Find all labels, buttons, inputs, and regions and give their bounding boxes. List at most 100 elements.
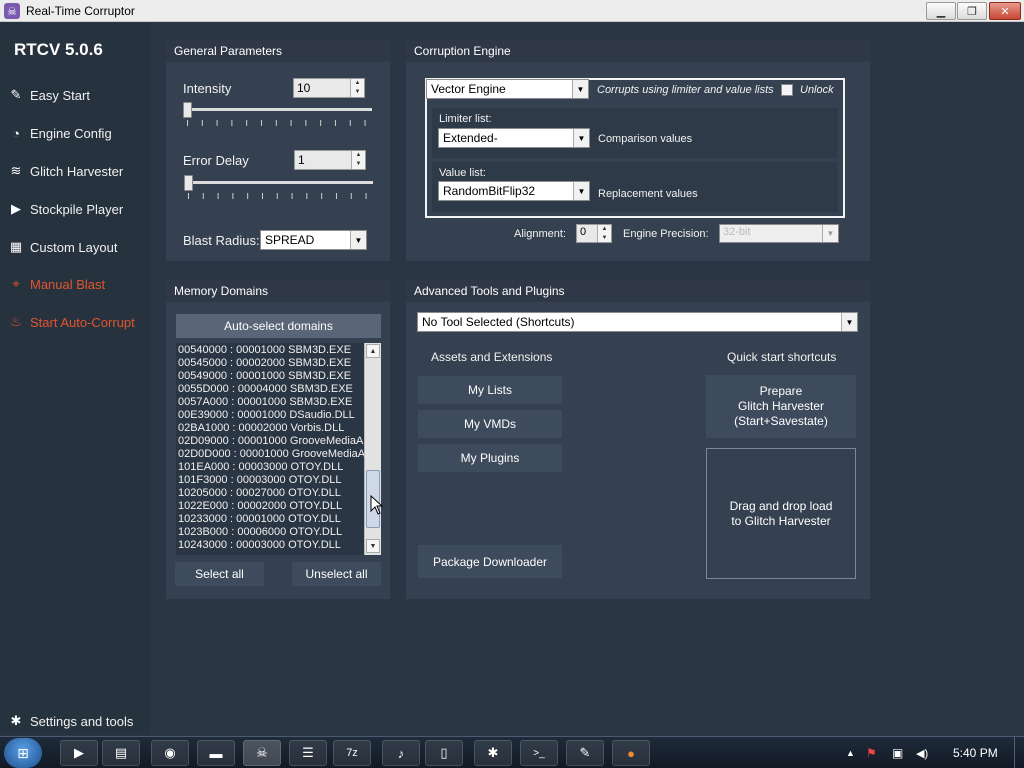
select-all-button[interactable]: Select all [175,562,264,586]
value-list-value: RandomBitFlip32 [443,184,536,198]
tool-select-value: No Tool Selected (Shortcuts) [422,315,575,329]
error-delay-slider-thumb[interactable] [184,175,193,191]
sidebar-item-start-auto-corrupt[interactable]: ♨ Start Auto-Corrupt [8,311,135,333]
terminal-icon[interactable]: >_ [520,740,558,766]
list-item[interactable]: 0057A000 : 00001000 SBM3D.EXE [176,396,381,409]
list-item[interactable]: 02D0D000 : 00001000 GrooveMediaA [176,448,381,461]
chrome-icon[interactable]: ◉ [151,740,189,766]
sidebar-item-label: Settings and tools [30,713,134,729]
scroll-up-icon[interactable]: ▲ [366,344,380,358]
emulator-icon[interactable]: ● [612,740,650,766]
chevron-down-icon: ▼ [841,313,857,331]
list-item[interactable]: 101F3000 : 00003000 OTOY.DLL [176,474,381,487]
grid-icon: ▦ [9,239,23,254]
package-downloader-button[interactable]: Package Downloader [418,545,562,578]
memory-list-scrollbar[interactable]: ▲ ▼ [364,343,381,555]
monitor-icon[interactable]: ▬ [197,740,235,766]
glitch-harvester-drop-zone[interactable]: Drag and drop load to Glitch Harvester [706,448,856,579]
list-item[interactable]: 02D09000 : 00001000 GrooveMediaA [176,435,381,448]
list-item[interactable]: 02BA1000 : 00002000 Vorbis.DLL [176,422,381,435]
sidebar-item-easy-start[interactable]: ✎ Easy Start [8,84,90,106]
sidebar-item-glitch-harvester[interactable]: ≋ Glitch Harvester [8,160,124,182]
list-item[interactable]: 101EA000 : 00003000 OTOY.DLL [176,461,381,474]
limiter-list-value: Extended- [443,131,498,145]
minimize-button[interactable]: ▁ [926,2,956,20]
show-desktop-button[interactable] [1014,737,1024,768]
spin-down-icon[interactable]: ▼ [351,88,364,97]
sidebar-item-manual-blast[interactable]: ⌖ Manual Blast [8,273,105,295]
quick-start-header: Quick start shortcuts [727,350,837,364]
mic-icon[interactable]: ♪ [382,740,420,766]
unlock-checkbox[interactable] [781,84,793,96]
sidebar-item-settings[interactable]: ✱ Settings and tools [8,710,134,732]
list-item[interactable]: 00545000 : 00002000 SBM3D.EXE [176,357,381,370]
taskbar: ⊞ ▶ ▤ ◉ ▬ ☠ ☰ 7z ♪ ▯ ✱ >_ ✎ ● ▲ ⚑ ▣ ◀) 5… [0,736,1024,768]
action-center-flag-icon[interactable]: ⚑ [866,737,877,768]
start-button[interactable]: ⊞ [4,738,42,768]
list-item[interactable]: 1022E000 : 00002000 OTOY.DLL [176,500,381,513]
show-hidden-icons-button[interactable]: ▲ [846,737,855,768]
document-icon[interactable]: ▯ [425,740,463,766]
wand-icon: ✎ [10,87,22,102]
restore-button[interactable]: ❐ [957,2,987,20]
value-list-label: Value list: [439,167,486,179]
app-icon: ☠ [4,3,20,19]
error-delay-value: 1 [298,153,305,167]
limiter-list-description: Comparison values [598,133,693,145]
list-item[interactable]: 00549000 : 00001000 SBM3D.EXE [176,370,381,383]
media-player-icon[interactable]: ▶ [60,740,98,766]
list-item[interactable]: 10233000 : 00001000 OTOY.DLL [176,513,381,526]
mouse-cursor-icon [370,495,383,515]
close-button[interactable]: ✕ [989,2,1021,20]
list-item[interactable]: 00E39000 : 00001000 DSaudio.DLL [176,409,381,422]
sidebar-item-engine-config[interactable]: ◔ Engine Config [8,122,112,144]
my-plugins-button[interactable]: My Plugins [418,444,562,472]
folder-icon[interactable]: ▤ [102,740,140,766]
intensity-slider-thumb[interactable] [183,102,192,118]
spin-down-icon[interactable]: ▼ [352,160,365,169]
archive-icon[interactable]: 7z [333,740,371,766]
drop-zone-label-line: to Glitch Harvester [731,513,831,528]
notepad-icon[interactable]: ☰ [289,740,327,766]
my-vmds-button[interactable]: My VMDs [418,410,562,438]
sidebar-item-label: Engine Config [30,125,112,141]
my-lists-button[interactable]: My Lists [418,376,562,404]
sidebar: RTCV 5.0.6 ✎ Easy Start ◔ Engine Config … [0,23,150,735]
unlock-label: Unlock [800,84,834,96]
auto-select-domains-button[interactable]: Auto-select domains [176,314,381,338]
list-item[interactable]: 00540000 : 00001000 SBM3D.EXE [176,344,381,357]
rtc-icon[interactable]: ☠ [243,740,281,766]
spin-up-icon[interactable]: ▲ [352,151,365,160]
intensity-input[interactable]: 10 ▲ ▼ [293,78,365,98]
list-item[interactable]: 1023B000 : 00006000 OTOY.DLL [176,526,381,539]
sidebar-item-stockpile-player[interactable]: ▶ Stockpile Player [8,198,123,220]
memory-domain-list[interactable]: 00540000 : 00001000 SBM3D.EXE 00545000 :… [176,343,381,555]
list-item[interactable]: 10205000 : 00027000 OTOY.DLL [176,487,381,500]
spin-up-icon[interactable]: ▲ [351,79,364,88]
spin-down-icon[interactable]: ▼ [598,234,611,243]
network-icon[interactable]: ▣ [892,737,903,768]
blast-radius-label: Blast Radius: [183,233,260,248]
tool-select[interactable]: No Tool Selected (Shortcuts) ▼ [417,312,858,332]
editor-icon[interactable]: ✎ [566,740,604,766]
list-item[interactable]: 10243000 : 00003000 OTOY.DLL [176,539,381,552]
error-delay-slider-track[interactable] [184,181,373,184]
clock[interactable]: 5:40 PM [953,737,998,768]
blast-radius-select[interactable]: SPREAD ▼ [260,230,367,250]
error-delay-input[interactable]: 1 ▲ ▼ [294,150,366,170]
alignment-value: 0 [580,226,587,238]
value-list-select[interactable]: RandomBitFlip32 ▼ [438,181,590,201]
scroll-down-icon[interactable]: ▼ [366,539,380,553]
list-item[interactable]: 0055D000 : 00004000 SBM3D.EXE [176,383,381,396]
gear-app-icon[interactable]: ✱ [474,740,512,766]
volume-icon[interactable]: ◀) [916,737,928,768]
spin-up-icon[interactable]: ▲ [598,225,611,234]
flame-icon: ♨ [10,314,22,329]
prepare-glitch-harvester-button[interactable]: Prepare Glitch Harvester (Start+Savestat… [706,375,856,438]
limiter-list-select[interactable]: Extended- ▼ [438,128,590,148]
intensity-slider-track[interactable] [184,108,372,111]
sidebar-item-custom-layout[interactable]: ▦ Custom Layout [8,236,118,258]
engine-select[interactable]: Vector Engine ▼ [426,79,589,99]
alignment-input[interactable]: 0 ▲ ▼ [576,224,612,243]
unselect-all-button[interactable]: Unselect all [292,562,381,586]
